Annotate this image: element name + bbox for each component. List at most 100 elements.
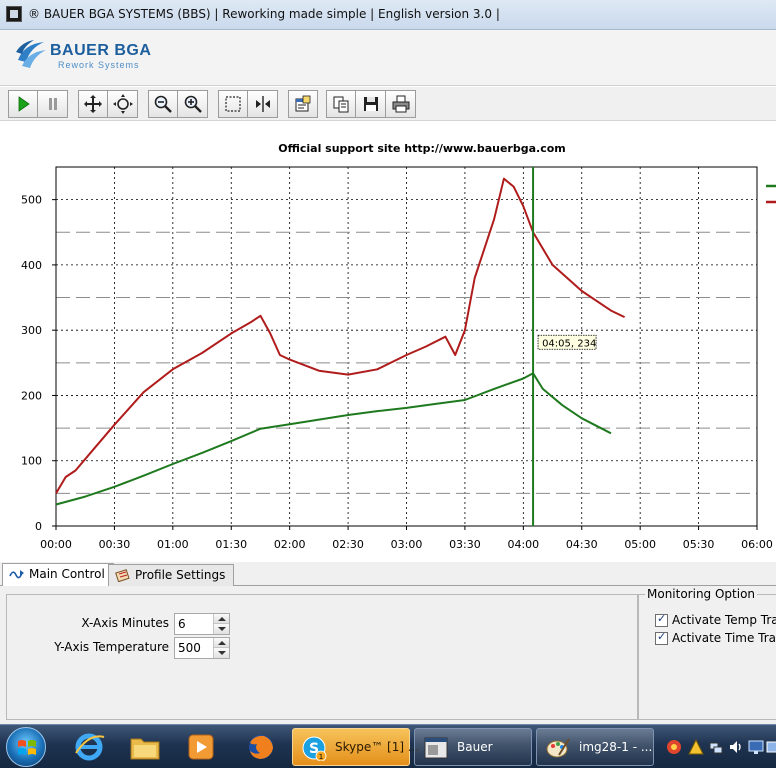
y-axis-decrement-button[interactable] xyxy=(214,648,229,658)
x-axis-increment-button[interactable] xyxy=(214,614,229,624)
x-axis-label: X-Axis Minutes xyxy=(81,616,169,630)
logo-tagline: Rework Systems xyxy=(58,60,140,70)
save-button[interactable] xyxy=(356,90,386,118)
taskbar-paint[interactable]: img28-1 - ... xyxy=(536,728,654,766)
print-button[interactable] xyxy=(386,90,416,118)
zoom-out-button[interactable] xyxy=(148,90,178,118)
zoom-in-icon xyxy=(184,95,202,113)
tray-record-icon[interactable] xyxy=(666,739,682,755)
y-axis-increment-button[interactable] xyxy=(214,638,229,648)
tab-main-control-label: Main Control xyxy=(29,567,105,581)
pause-button[interactable] xyxy=(38,90,68,118)
internet-explorer-icon[interactable] xyxy=(72,731,106,763)
activate-temp-track-label: Activate Temp Track xyxy=(672,613,776,627)
pause-icon xyxy=(48,98,57,110)
taskbar-paint-label: img28-1 - ... xyxy=(579,740,653,754)
firefox-icon[interactable] xyxy=(244,731,278,763)
y-tick-label: 200 xyxy=(21,389,42,402)
y-axis-label: Y-Axis Temperature xyxy=(54,640,169,654)
logo-band: BAUER BGA Rework Systems xyxy=(0,30,776,86)
chevron-down-icon xyxy=(217,651,226,655)
windows-logo-icon xyxy=(18,740,36,755)
title-bar[interactable]: ® BAUER BGA SYSTEMS (BBS) | Reworking ma… xyxy=(0,0,776,30)
activate-time-track-label: Activate Time Track xyxy=(672,631,776,645)
skype-icon: S 1 xyxy=(302,736,327,761)
properties-icon xyxy=(295,95,311,112)
file-explorer-icon[interactable] xyxy=(128,731,162,763)
volume-icon[interactable] xyxy=(728,739,744,755)
activate-temp-track-checkbox[interactable] xyxy=(655,612,668,627)
y-tick-label: 300 xyxy=(21,324,42,337)
bauer-swoosh-icon xyxy=(16,40,46,68)
y-tick-label: 400 xyxy=(21,259,42,272)
tray-overflow-icon[interactable] xyxy=(766,739,776,755)
x-tick-label: 04:00 xyxy=(507,538,539,551)
pan-button[interactable] xyxy=(78,90,108,118)
y-axis-ticks: 0 100 200 300 400 500 xyxy=(21,194,56,533)
cursor-group xyxy=(218,90,278,118)
chevron-up-icon xyxy=(217,616,226,621)
zoom-in-button[interactable] xyxy=(178,90,208,118)
y-axis-row: Y-Axis Temperature xyxy=(7,637,607,659)
taskbar-bauer[interactable]: Bauer xyxy=(414,728,532,766)
start-button[interactable] xyxy=(6,727,46,767)
y-axis-temperature-stepper[interactable] xyxy=(174,637,230,659)
zoom-fit-button[interactable] xyxy=(108,90,138,118)
split-cursor-button[interactable] xyxy=(248,90,278,118)
zoom-group xyxy=(148,90,208,118)
y-axis-spin-buttons xyxy=(213,638,229,658)
properties-group xyxy=(288,90,318,118)
chart-canvas[interactable]: Official support site http://www.bauerbg… xyxy=(0,122,776,562)
y-tick-label: 500 xyxy=(21,194,42,207)
tray-monitor-icon[interactable] xyxy=(748,739,764,755)
playback-group xyxy=(8,90,68,118)
select-rect-icon xyxy=(225,96,241,112)
y-axis-temperature-input[interactable] xyxy=(175,638,213,658)
copy-icon xyxy=(333,96,349,113)
x-tick-label: 01:30 xyxy=(215,538,247,551)
x-tick-label: 02:30 xyxy=(332,538,364,551)
monitoring-option-group: Monitoring Option Activate Temp Track Ac… xyxy=(638,587,776,720)
axis-settings-group: X-Axis Minutes Y-Axis Temperature xyxy=(6,594,638,720)
chart-legend xyxy=(766,184,776,204)
taskbar-skype[interactable]: S 1 Skype™ [1] ... xyxy=(292,728,419,766)
bauer-logo: BAUER BGA Rework Systems xyxy=(8,34,156,82)
window-title: ® BAUER BGA SYSTEMS (BBS) | Reworking ma… xyxy=(28,7,500,21)
x-axis-decrement-button[interactable] xyxy=(214,624,229,634)
main-control-panel: X-Axis Minutes Y-Axis Temperature xyxy=(0,586,776,724)
x-tick-label: 03:30 xyxy=(449,538,481,551)
select-rect-button[interactable] xyxy=(218,90,248,118)
x-axis-minutes-input[interactable] xyxy=(175,614,213,634)
tab-profile-settings-label: Profile Settings xyxy=(135,568,226,582)
copy-button[interactable] xyxy=(326,90,356,118)
tab-profile-settings[interactable]: Profile Settings xyxy=(108,564,235,586)
x-tick-label: 05:30 xyxy=(683,538,715,551)
tray-alert-icon[interactable] xyxy=(688,739,704,755)
app-icon[interactable] xyxy=(6,6,22,22)
x-tick-label: 00:30 xyxy=(99,538,131,551)
chart-title: Official support site http://www.bauerbg… xyxy=(278,142,566,155)
zoom-out-icon xyxy=(154,95,172,113)
chart-reference-lines xyxy=(56,231,757,494)
split-cursor-icon xyxy=(255,96,270,112)
play-icon xyxy=(18,96,30,112)
chart-cursor[interactable]: 04:05, 234 xyxy=(532,167,597,526)
control-wave-icon xyxy=(9,570,24,579)
zoom-fit-icon xyxy=(112,94,133,114)
x-tick-label: 06:00 xyxy=(741,538,773,551)
activate-time-track-checkbox[interactable] xyxy=(655,630,668,645)
toolbar xyxy=(0,87,776,121)
properties-button[interactable] xyxy=(288,90,318,118)
y-tick-label: 0 xyxy=(35,520,42,533)
chevron-up-icon xyxy=(217,640,226,645)
tab-main-control[interactable]: Main Control xyxy=(2,563,114,586)
taskbar: S 1 Skype™ [1] ... Bauer img28-1 - ... xyxy=(0,724,776,768)
print-icon xyxy=(392,95,409,113)
play-button[interactable] xyxy=(8,90,38,118)
x-axis-minutes-stepper[interactable] xyxy=(174,613,230,635)
tray-network-icon[interactable] xyxy=(708,739,724,755)
navigation-group xyxy=(78,90,138,118)
media-player-icon[interactable] xyxy=(184,731,218,763)
temperature-chart[interactable]: Official support site http://www.bauerbg… xyxy=(0,122,776,562)
x-axis-row: X-Axis Minutes xyxy=(7,613,607,635)
